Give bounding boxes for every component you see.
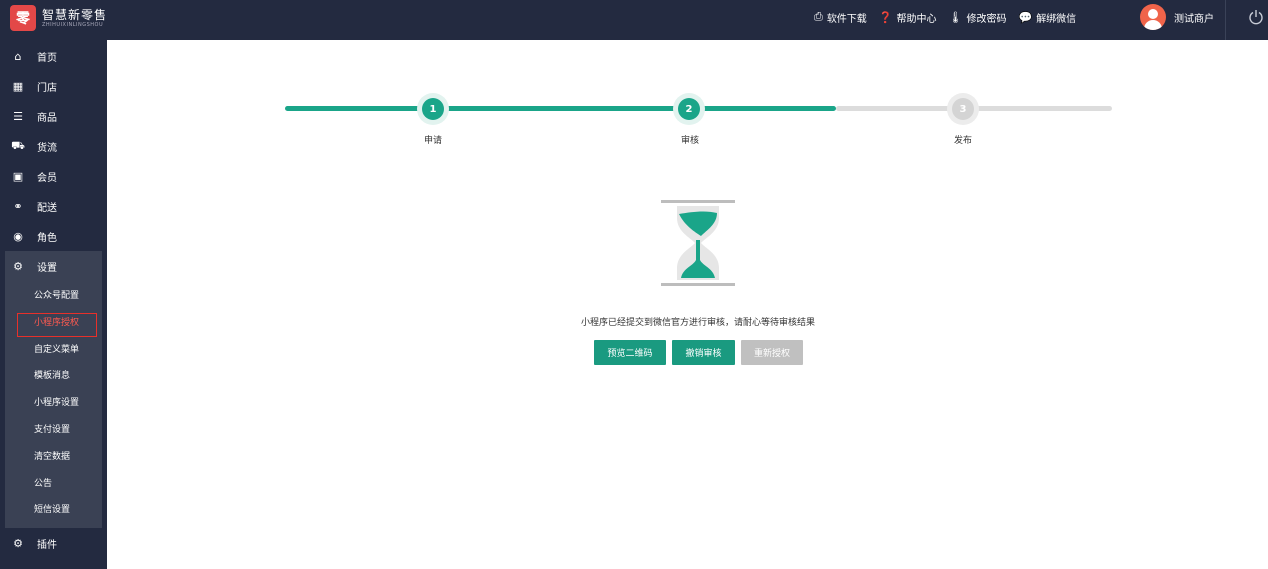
sidebar-item-logistics[interactable]: ⛟ 货流 (0, 131, 107, 161)
sidebar-item-home[interactable]: ⌂ 首页 (0, 41, 107, 71)
sidebar-item-label: 商品 (37, 112, 57, 124)
sidebar: ⌂ 首页 ▦ 门店 ☰ 商品 ⛟ 货流 ▣ 会员 ⚭ 配送 ◉ 角色 ⚙ 设置 … (0, 40, 107, 569)
power-icon[interactable] (1248, 9, 1264, 25)
step-1-marker: 1 (417, 93, 449, 125)
sidebar-item-label: 角色 (37, 232, 57, 244)
software-download-link[interactable]: ⎙ 软件下载 (814, 10, 867, 25)
thermometer-icon: 🌡 (948, 10, 963, 24)
reauthorize-button[interactable]: 重新授权 (741, 340, 803, 365)
sidebar-item-store[interactable]: ▦ 门店 (0, 71, 107, 101)
submenu-item-sms-settings[interactable]: 短信设置 (5, 497, 102, 524)
brand-logo[interactable]: 零 智慧新零售 ZHIHUIXINLINGSHOU (10, 5, 107, 31)
revoke-review-button[interactable]: 撤销审核 (672, 340, 735, 365)
truck-icon: ⛟ (11, 138, 25, 152)
user-circle-icon: ◉ (13, 229, 23, 243)
settings-submenu: 公众号配置 小程序授权 自定义菜单 模板消息 小程序设置 支付设置 清空数据 公… (5, 281, 102, 529)
progress-line-done (285, 106, 836, 111)
header-divider (1225, 0, 1226, 40)
user-name: 测试商户 (1174, 13, 1214, 25)
submenu-item-payment-settings[interactable]: 支付设置 (5, 417, 102, 444)
submenu-item-miniprogram-auth[interactable]: 小程序授权 (5, 310, 102, 337)
submenu-item-miniprogram-settings[interactable]: 小程序设置 (5, 390, 102, 417)
motorcycle-icon: ⚭ (13, 199, 23, 213)
chat-bubbles-icon: 💬 (1018, 10, 1033, 24)
sidebar-item-label: 插件 (37, 539, 57, 551)
gears-icon: ⚙ (13, 536, 23, 550)
hourglass-icon (661, 200, 735, 286)
header-links: ⎙ 软件下载 ❓ 帮助中心 🌡 修改密码 💬 解绑微信 (814, 0, 1088, 34)
step-3-label: 发布 (953, 136, 972, 146)
unbind-wechat-label: 解绑微信 (1036, 13, 1077, 25)
step-3-number: 3 (952, 98, 974, 120)
id-card-icon: ▣ (12, 169, 24, 183)
help-circle-icon: ❓ (878, 10, 893, 24)
step-2-marker: 2 (673, 93, 705, 125)
avatar (1140, 4, 1166, 30)
brand-subtitle: ZHIHUIXINLINGSHOU (42, 21, 104, 28)
unbind-wechat-link[interactable]: 💬 解绑微信 (1018, 10, 1076, 25)
step-2-number: 2 (678, 98, 700, 120)
review-status-message: 小程序已经提交到微信官方进行审核，请耐心等待审核结果 (580, 318, 815, 328)
building-icon: ▦ (12, 79, 24, 93)
help-center-link[interactable]: ❓ 帮助中心 (879, 10, 937, 25)
sidebar-item-label: 设置 (37, 262, 57, 274)
sidebar-item-delivery[interactable]: ⚭ 配送 (0, 191, 107, 221)
sidebar-item-members[interactable]: ▣ 会员 (0, 161, 107, 191)
main-content: 1 2 3 申请 审核 发布 小程序已经提交到微信官方进行审核，请耐心等待审核结… (107, 40, 1268, 569)
sidebar-item-label: 配送 (37, 202, 57, 214)
list-icon: ☰ (13, 109, 23, 123)
top-bar: 零 智慧新零售 ZHIHUIXINLINGSHOU ⎙ 软件下载 ❓ 帮助中心 … (0, 0, 1268, 40)
gear-icon: ⚙ (13, 259, 23, 273)
submenu-item-template-message[interactable]: 模板消息 (5, 363, 102, 390)
logo-icon: 零 (10, 5, 36, 31)
change-password-link[interactable]: 🌡 修改密码 (949, 10, 1007, 25)
change-password-label: 修改密码 (966, 13, 1007, 25)
submenu-item-announcement[interactable]: 公告 (5, 471, 102, 498)
help-center-label: 帮助中心 (896, 13, 937, 25)
preview-qrcode-button[interactable]: 预览二维码 (594, 340, 666, 365)
sidebar-item-settings[interactable]: ⚙ 设置 (5, 251, 102, 281)
home-icon: ⌂ (14, 49, 22, 63)
software-download-label: 软件下载 (826, 13, 867, 25)
submenu-item-official-account[interactable]: 公众号配置 (5, 283, 102, 310)
step-1-label: 申请 (423, 136, 442, 146)
sidebar-item-label: 会员 (37, 172, 57, 184)
user-menu[interactable]: 测试商户 (1140, 4, 1214, 30)
step-2-label: 审核 (680, 136, 699, 146)
brand-title: 智慧新零售 (42, 7, 108, 22)
sidebar-item-label: 门店 (37, 82, 57, 94)
submenu-item-clear-data[interactable]: 清空数据 (5, 444, 102, 471)
submenu-item-custom-menu[interactable]: 自定义菜单 (5, 337, 102, 364)
step-1-number: 1 (422, 98, 444, 120)
sidebar-item-roles[interactable]: ◉ 角色 (0, 221, 107, 251)
sidebar-item-label: 首页 (37, 52, 57, 64)
printer-icon: ⎙ (814, 10, 823, 23)
sidebar-item-goods[interactable]: ☰ 商品 (0, 101, 107, 131)
step-3-marker: 3 (947, 93, 979, 125)
sidebar-item-plugins[interactable]: ⚙ 插件 (0, 528, 107, 558)
sidebar-item-label: 货流 (37, 142, 57, 154)
